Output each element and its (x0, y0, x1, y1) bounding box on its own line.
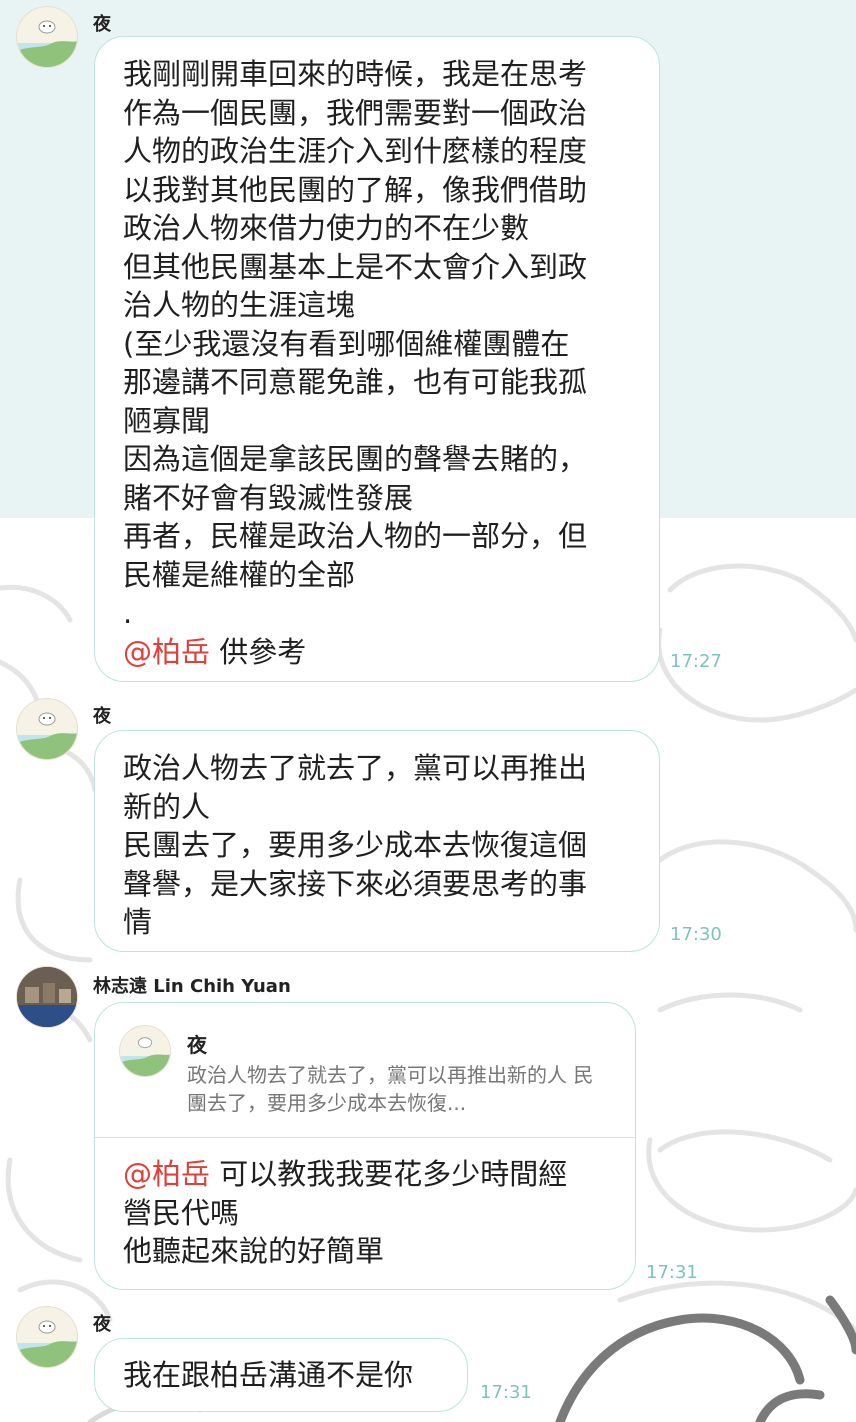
message-text: @柏岳 可以教我我要花多少時間經 營民代嗎 他聽起來說的好簡單 (123, 1157, 568, 1268)
message-text: 我在跟柏岳溝通不是你 (123, 1358, 414, 1392)
user-avatar[interactable] (16, 1306, 78, 1368)
sender-name: 夜 (93, 1314, 111, 1335)
message-bubble[interactable]: 我剛剛開車回來的時候，我是在思考 作為一個民團，我們需要對一個政治 人物的政治生… (94, 36, 660, 682)
quoted-text: 政治人物去了就去了，黨可以再推出新的人 民團去了，要用多少成本去恢復... (187, 1063, 594, 1115)
user-avatar[interactable] (16, 6, 78, 68)
user-avatar[interactable] (16, 698, 78, 760)
user-avatar[interactable] (16, 966, 78, 1028)
mention-link[interactable]: @柏岳 (123, 1157, 210, 1191)
message-bubble[interactable]: 夜 政治人物去了就去了，黨可以再推出新的人 民團去了，要用多少成本去恢復... … (94, 1002, 636, 1290)
message-bubble[interactable]: 政治人物去了就去了，黨可以再推出 新的人 民團去了，要用多少成本去恢復這個 聲譽… (94, 730, 660, 952)
sender-name: 夜 (93, 706, 111, 727)
message-text: 我剛剛開車回來的時候，我是在思考 作為一個民團，我們需要對一個政治 人物的政治生… (123, 57, 588, 669)
seal-avatar-icon (120, 1037, 170, 1076)
seal-avatar-icon (17, 712, 77, 759)
mention-link[interactable]: @柏岳 (123, 635, 210, 669)
sender-name: 夜 (93, 14, 111, 35)
message-time: 17:31 (480, 1382, 532, 1403)
message-time: 17:27 (670, 651, 722, 672)
message-bubble[interactable]: 我在跟柏岳溝通不是你 (94, 1338, 468, 1412)
message-time: 17:30 (670, 924, 722, 945)
reply-quote[interactable]: 夜 政治人物去了就去了，黨可以再推出新的人 民團去了，要用多少成本去恢復... (95, 1003, 635, 1138)
quoted-avatar (119, 1025, 171, 1077)
message-time: 17:31 (646, 1262, 698, 1283)
photo-avatar-icon (17, 967, 77, 1027)
seal-avatar-icon (17, 20, 77, 67)
quoted-sender: 夜 (187, 1033, 207, 1057)
sender-name: 林志遠 Lin Chih Yuan (93, 976, 291, 997)
seal-avatar-icon (17, 1320, 77, 1367)
message-text: 政治人物去了就去了，黨可以再推出 新的人 民團去了，要用多少成本去恢復這個 聲譽… (123, 751, 588, 939)
